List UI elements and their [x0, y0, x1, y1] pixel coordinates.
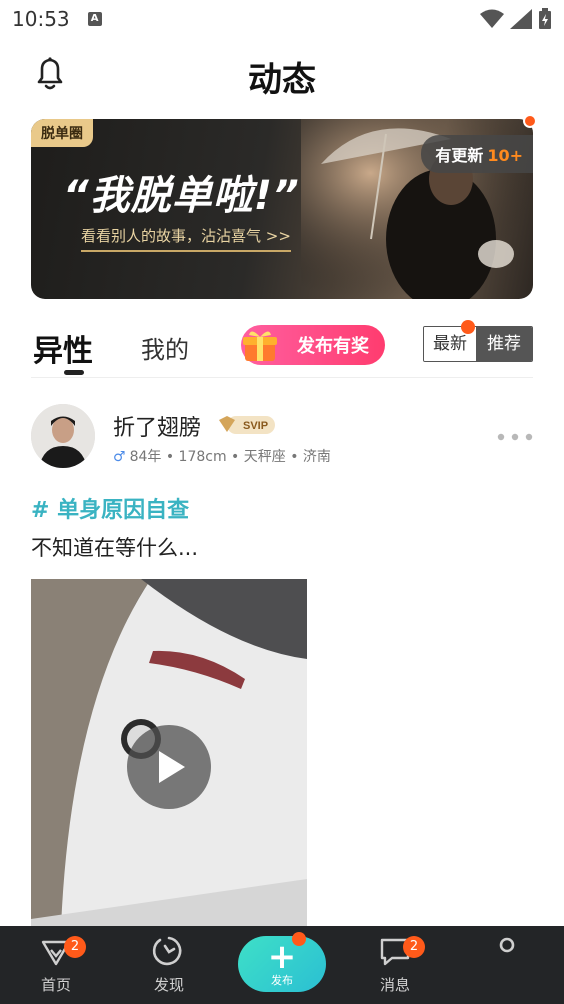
- status-icons: [480, 8, 552, 30]
- signal-icon: [510, 9, 532, 29]
- publish-notification-dot: [292, 932, 306, 946]
- post-username[interactable]: 折了翅膀: [113, 410, 201, 442]
- nav-profile[interactable]: [472, 934, 542, 972]
- publish-reward-label: 发布有奖: [297, 336, 369, 357]
- post-meta: ♂ 84年 • 178cm • 天秤座 • 济南: [113, 446, 331, 466]
- post-video[interactable]: [31, 579, 307, 927]
- nav-home-badge: 2: [64, 936, 86, 958]
- nav-discover-label: 发现: [153, 976, 184, 994]
- banner-subline: 看看别人的故事，沾沾喜气 >>: [81, 225, 291, 252]
- status-bar: 10:53 A: [0, 0, 564, 38]
- update-pill[interactable]: 有更新 10+: [421, 135, 533, 173]
- tab-opposite-sex[interactable]: 异性: [33, 326, 93, 370]
- more-options-icon[interactable]: [497, 432, 533, 442]
- discover-icon: [152, 936, 182, 966]
- update-label: 有更新: [435, 146, 484, 165]
- banner-tag: 脱单圈: [31, 119, 93, 147]
- promo-banner[interactable]: 脱单圈 “我脱单啦!” 看看别人的故事，沾沾喜气 >> 有更新 10+: [31, 119, 533, 299]
- feed-tabs: 异性 我的 发布有奖 最新 推荐: [31, 320, 533, 378]
- page-title: 动态: [248, 60, 316, 100]
- profile-circle-icon: [499, 937, 515, 953]
- nav-publish-label: 发布: [271, 974, 293, 987]
- avatar-image: [31, 404, 95, 468]
- sort-toggle: 最新 推荐: [423, 326, 533, 362]
- sort-notification-dot: [461, 320, 475, 334]
- bottom-nav: 首页 2 发现 + 发布 消息 2: [0, 926, 564, 1004]
- male-icon: ♂: [113, 449, 126, 465]
- nav-messages-badge: 2: [403, 936, 425, 958]
- sort-recommended[interactable]: 推荐: [476, 327, 532, 361]
- nav-discover[interactable]: 发现: [134, 934, 204, 995]
- play-button[interactable]: [127, 725, 211, 809]
- svip-label: SVIP: [243, 420, 268, 432]
- nav-publish-button[interactable]: + 发布: [238, 936, 326, 992]
- nav-home-label: 首页: [40, 976, 71, 994]
- wifi-icon: [480, 9, 504, 28]
- svip-badge-icon: SVIP: [219, 416, 275, 434]
- battery-icon: [539, 8, 551, 29]
- post-topic[interactable]: # 单身原因自查: [31, 492, 189, 524]
- status-time: 10:53: [12, 7, 70, 31]
- notification-icon: A: [87, 12, 102, 26]
- gift-icon: [243, 331, 277, 361]
- post-meta-text: 84年 • 178cm • 天秤座 • 济南: [129, 449, 331, 465]
- post-text: 不知道在等什么...: [31, 536, 199, 560]
- banner-notification-dot: [523, 114, 537, 128]
- plus-icon: +: [267, 937, 297, 977]
- page-header: 动态: [0, 44, 564, 104]
- play-icon: [159, 751, 185, 783]
- banner-headline: “我脱单啦!”: [63, 173, 300, 219]
- tab-indicator: [64, 370, 84, 375]
- nav-messages-label: 消息: [379, 976, 410, 994]
- publish-reward-button[interactable]: 发布有奖: [241, 325, 385, 365]
- avatar[interactable]: [31, 404, 95, 468]
- tab-mine[interactable]: 我的: [141, 330, 189, 365]
- update-count: 10+: [487, 146, 523, 165]
